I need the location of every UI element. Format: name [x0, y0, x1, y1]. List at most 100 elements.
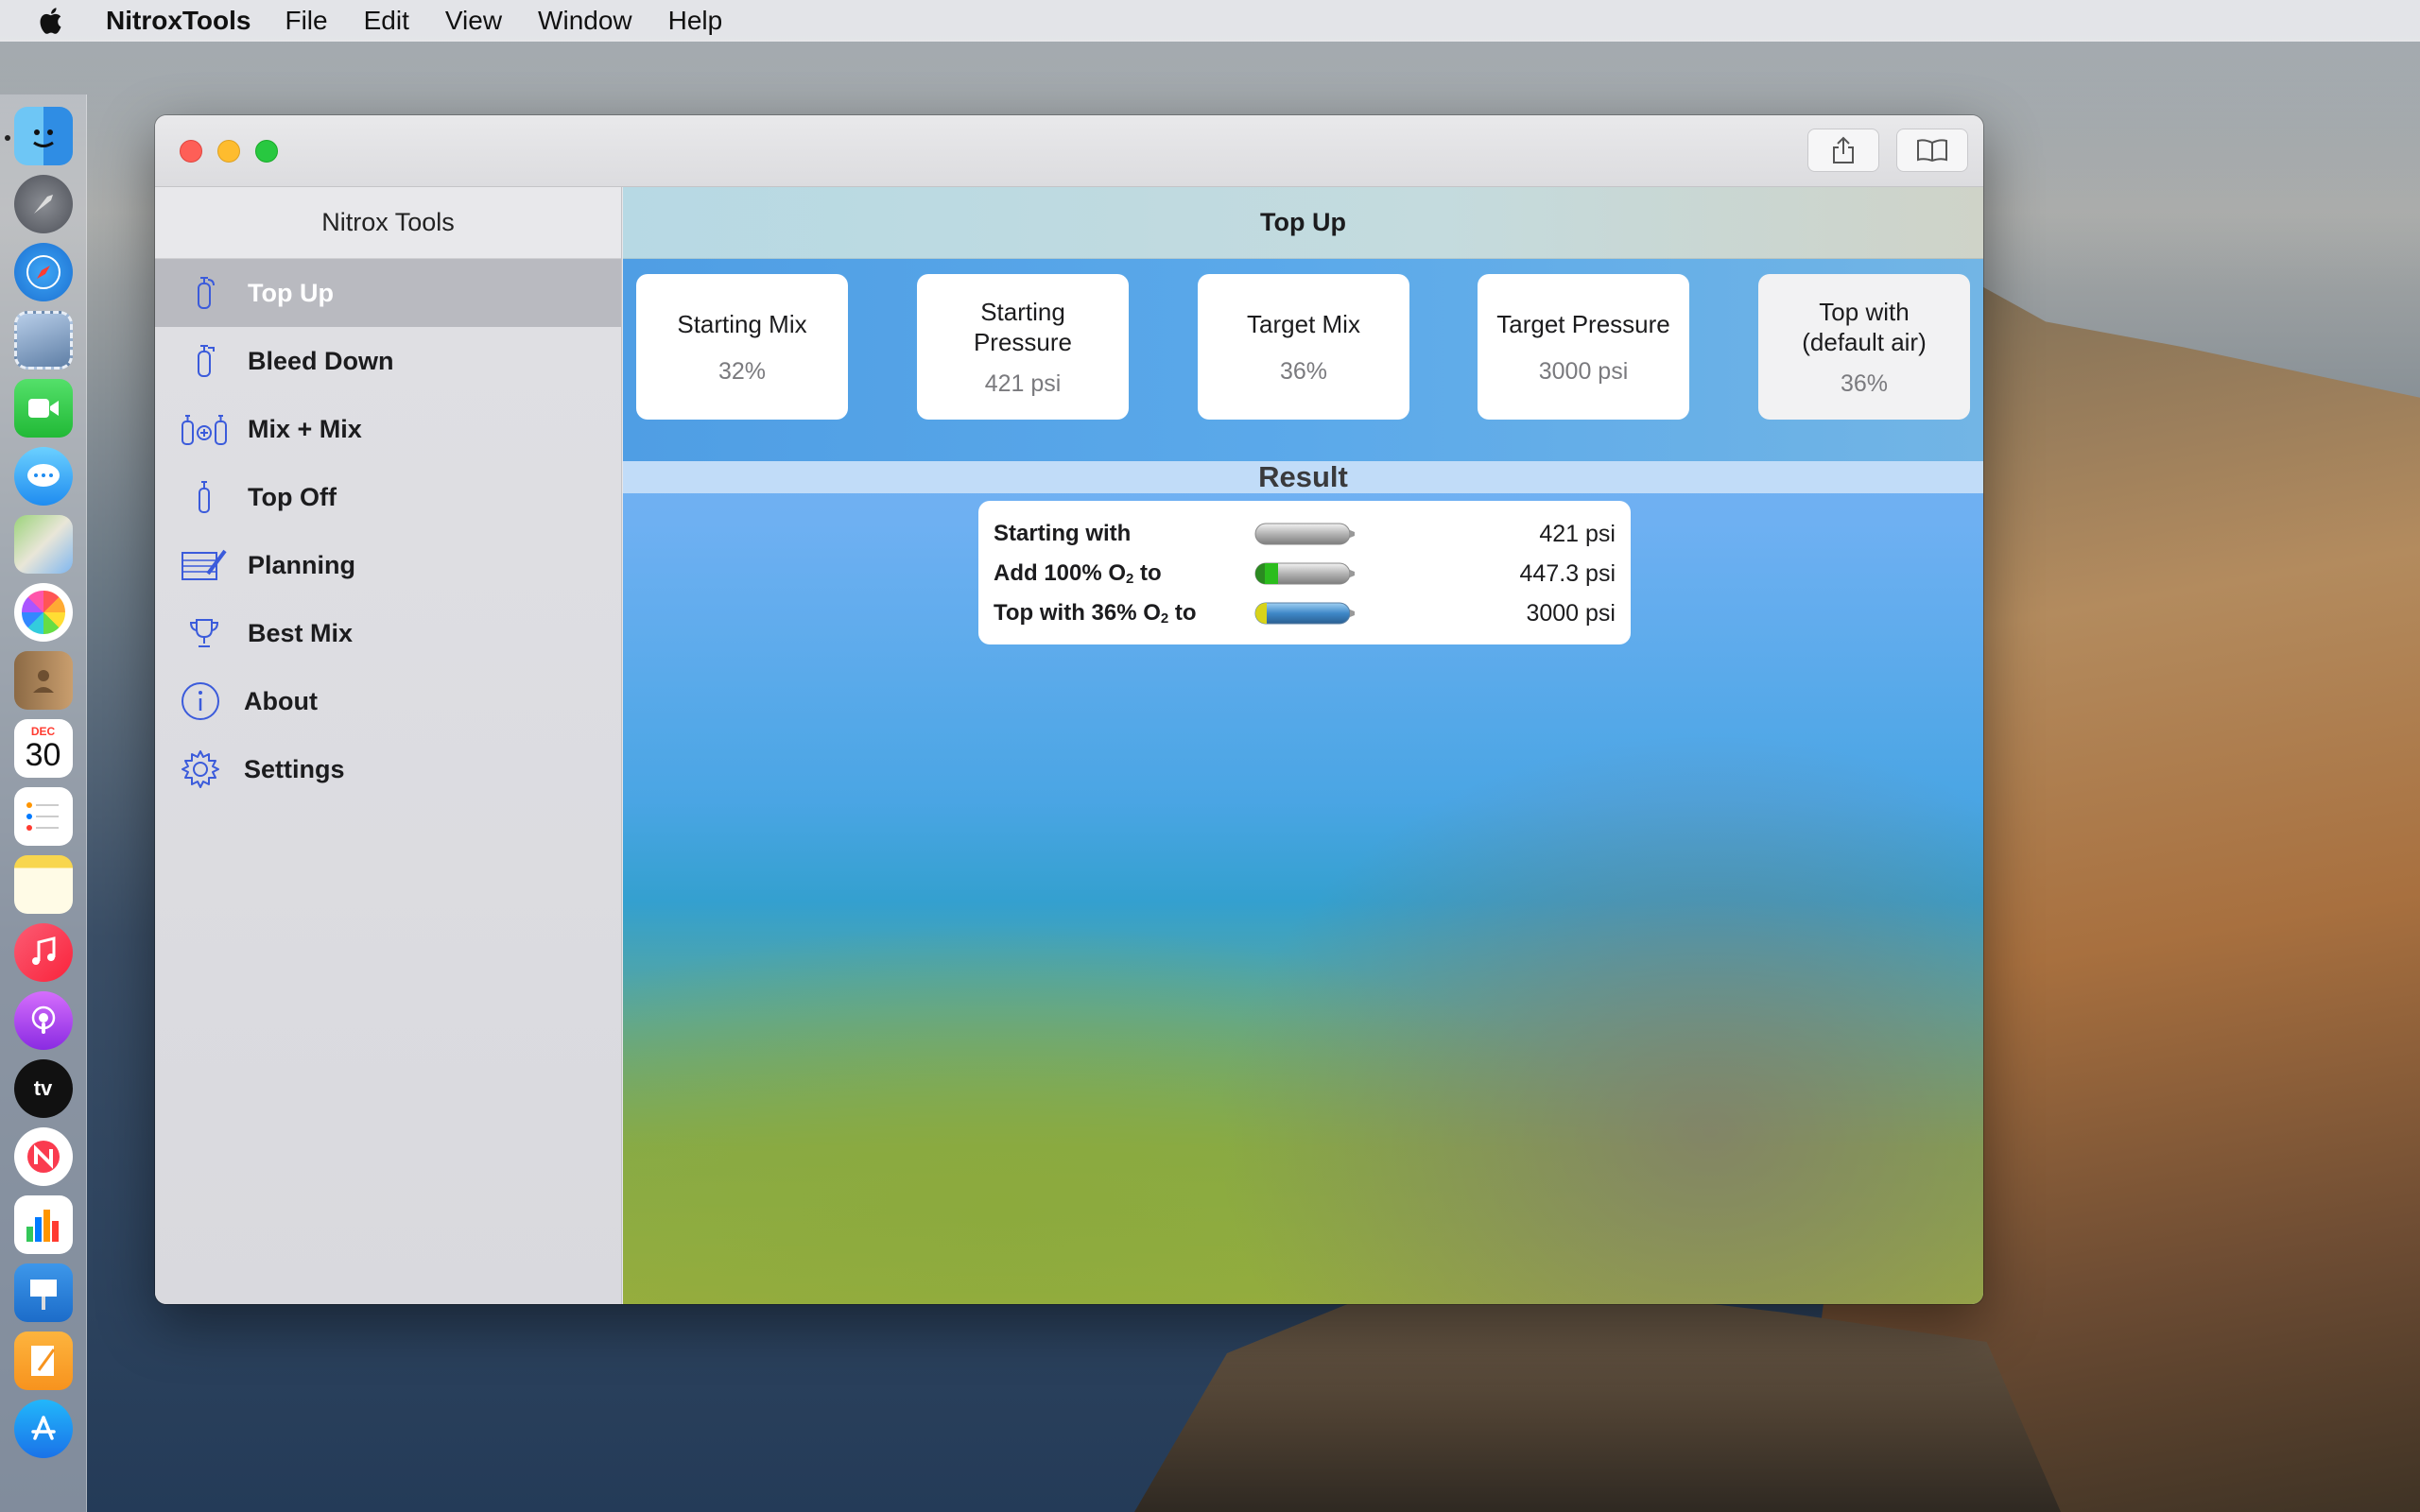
label-text: to — [1168, 600, 1197, 626]
tank-icon — [178, 272, 231, 314]
sidebar-item-mix-mix[interactable]: Mix + Mix — [155, 395, 621, 463]
label-subscript: 2 — [1160, 610, 1169, 627]
music-icon[interactable] — [13, 923, 73, 982]
nitrox-tools-window: Nitrox Tools Top Up Bleed Down Mix + Mix — [155, 115, 1983, 1304]
calendar-icon[interactable]: DEC 30 — [13, 719, 73, 778]
trophy-icon — [178, 612, 231, 654]
sidebar-item-top-up[interactable]: Top Up — [155, 259, 621, 327]
apple-tv-icon[interactable]: tv — [13, 1059, 73, 1118]
reminders-icon[interactable] — [13, 787, 73, 846]
sidebar-list: Top Up Bleed Down Mix + Mix Top Off Plan… — [155, 259, 621, 803]
card-value: 32% — [717, 357, 767, 385]
main-content: Top Up Starting Mix 32% Starting Pressur… — [623, 187, 1983, 1304]
gear-icon — [178, 748, 223, 790]
input-cards: Starting Mix 32% Starting Pressure 421 p… — [623, 259, 1983, 461]
title-bar[interactable] — [155, 115, 1983, 187]
label-text: to — [1133, 560, 1162, 586]
card-value: 421 psi — [984, 369, 1062, 397]
card-value: 3000 psi — [1538, 357, 1629, 385]
sidebar: Nitrox Tools Top Up Bleed Down Mix + Mix — [155, 187, 622, 1304]
card-value: 36% — [1279, 357, 1328, 385]
tank-gauge-starting — [1254, 523, 1355, 545]
tv-label: tv — [33, 1076, 53, 1100]
result-value: 421 psi — [1539, 520, 1616, 547]
result-label: Top with 36% O2 to — [994, 600, 1254, 627]
sidebar-item-bleed-down[interactable]: Bleed Down — [155, 327, 621, 395]
sidebar-title: Nitrox Tools — [155, 187, 621, 259]
sidebar-item-label: Best Mix — [248, 618, 354, 647]
card-title: Starting Mix — [677, 309, 807, 338]
dock: DEC 30 tv — [0, 94, 87, 1512]
book-icon — [1917, 139, 1947, 163]
help-book-button[interactable] — [1896, 129, 1968, 172]
card-value: 36% — [1840, 369, 1889, 397]
target-pressure-card[interactable]: Target Pressure 3000 psi — [1478, 274, 1689, 420]
sidebar-item-top-off[interactable]: Top Off — [155, 463, 621, 531]
result-label: Starting with — [994, 521, 1132, 546]
tank-bleed-icon — [178, 340, 231, 382]
result-panel: Starting with 421 psi Add 100% O2 to 447… — [978, 501, 1631, 644]
starting-mix-card[interactable]: Starting Mix 32% — [636, 274, 848, 420]
calendar-day: 30 — [25, 737, 61, 773]
info-icon — [178, 680, 223, 722]
pages-icon[interactable] — [13, 1332, 73, 1390]
minimize-window-button[interactable] — [217, 140, 240, 163]
menu-edit[interactable]: Edit — [364, 6, 409, 36]
maps-icon[interactable] — [13, 515, 73, 574]
zoom-window-button[interactable] — [255, 140, 278, 163]
sidebar-item-planning[interactable]: Planning — [155, 531, 621, 599]
safari-icon[interactable] — [13, 243, 73, 301]
contacts-icon[interactable] — [13, 651, 73, 710]
share-icon — [1833, 136, 1854, 163]
messages-icon[interactable] — [13, 447, 73, 506]
sidebar-item-label: Top Up — [248, 278, 334, 307]
share-button[interactable] — [1807, 129, 1879, 172]
top-with-card[interactable]: Top with (default air) 36% — [1758, 274, 1970, 420]
launchpad-icon[interactable] — [13, 175, 73, 233]
tank-small-icon — [178, 476, 231, 518]
starting-pressure-card[interactable]: Starting Pressure 421 psi — [917, 274, 1129, 420]
sidebar-item-label: About — [244, 686, 318, 715]
app-store-icon[interactable] — [13, 1400, 73, 1458]
dock-running-indicator — [5, 135, 10, 141]
keynote-icon[interactable] — [13, 1263, 73, 1322]
tank-gauge-top-with — [1254, 602, 1355, 625]
card-title: Target Mix — [1247, 309, 1360, 338]
sidebar-item-label: Planning — [248, 550, 355, 579]
numbers-icon[interactable] — [13, 1195, 73, 1254]
sidebar-item-best-mix[interactable]: Best Mix — [155, 599, 621, 667]
apple-icon[interactable] — [36, 5, 68, 37]
sidebar-item-label: Bleed Down — [248, 346, 394, 375]
result-value: 3000 psi — [1526, 599, 1616, 627]
menu-view[interactable]: View — [445, 6, 502, 36]
result-value: 447.3 psi — [1519, 559, 1616, 587]
menu-app-name[interactable]: NitroxTools — [106, 6, 251, 36]
menu-window[interactable]: Window — [538, 6, 632, 36]
sidebar-item-label: Settings — [244, 754, 345, 783]
menu-help[interactable]: Help — [668, 6, 723, 36]
photos-icon[interactable] — [13, 583, 73, 642]
target-mix-card[interactable]: Target Mix 36% — [1198, 274, 1409, 420]
sidebar-item-about[interactable]: About — [155, 667, 621, 735]
sidebar-item-label: Mix + Mix — [248, 414, 362, 443]
menu-file[interactable]: File — [285, 6, 327, 36]
card-title: Starting Pressure — [973, 297, 1073, 356]
close-window-button[interactable] — [180, 140, 202, 163]
news-icon[interactable] — [13, 1127, 73, 1186]
result-heading: Result — [623, 460, 1983, 493]
tank-gauge-add-o2 — [1254, 562, 1355, 585]
label-text: Add 100% O — [994, 560, 1127, 586]
sidebar-item-settings[interactable]: Settings — [155, 735, 621, 803]
page-title: Top Up — [623, 187, 1983, 259]
finder-icon[interactable] — [13, 107, 73, 165]
mail-stamp-icon[interactable] — [13, 311, 73, 369]
facetime-icon[interactable] — [13, 379, 73, 438]
notes-icon[interactable] — [13, 855, 73, 914]
podcasts-icon[interactable] — [13, 991, 73, 1050]
calendar-month: DEC — [30, 725, 56, 738]
label-text: Top with 36% O — [994, 600, 1161, 626]
result-label: Add 100% O2 to — [994, 560, 1254, 587]
result-row-starting: Starting with 421 psi — [994, 514, 1616, 554]
menu-bar: NitroxTools File Edit View Window Help — [0, 0, 2420, 42]
card-title: Target Pressure — [1496, 309, 1670, 338]
